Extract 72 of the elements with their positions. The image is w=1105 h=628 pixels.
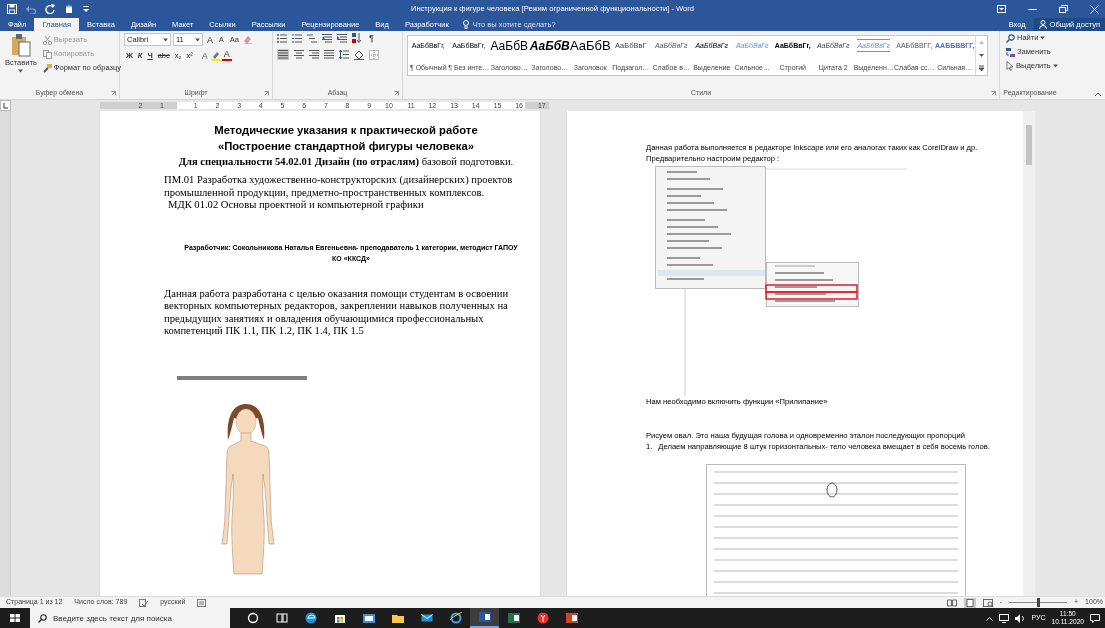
shading-icon[interactable] (354, 49, 364, 60)
globe-icon (449, 612, 462, 624)
read-mode-icon[interactable] (946, 598, 957, 607)
caret-icon[interactable] (1040, 36, 1046, 40)
numbering-icon[interactable] (292, 33, 302, 43)
heading-line: «Построение стандартной фигуры человека» (216, 139, 476, 154)
search-icon (38, 613, 47, 623)
ribbon-display-icon[interactable] (997, 5, 1006, 13)
dialog-launcher-icon[interactable] (394, 91, 399, 96)
justify-icon[interactable] (324, 50, 334, 59)
text-effects-button[interactable]: A (199, 50, 210, 61)
specialty-line: Для специальности 54.02.01 Дизайн (по отраслям) базовой подготовки. (177, 155, 515, 169)
caret-icon[interactable] (195, 37, 200, 42)
align-right-icon[interactable] (309, 50, 319, 59)
grow-font-button[interactable]: A (205, 34, 215, 45)
line-spacing-icon[interactable] (339, 50, 349, 59)
highlighter-icon[interactable] (210, 50, 221, 61)
zoom-slider-thumb[interactable] (1036, 598, 1040, 607)
font-color-button[interactable]: A (221, 50, 232, 61)
sort-icon[interactable] (352, 33, 362, 43)
scissors-icon (42, 35, 52, 45)
collapse-ribbon-icon[interactable] (1095, 92, 1101, 96)
align-center-icon[interactable] (294, 50, 304, 59)
envelope-icon (420, 612, 433, 624)
redo-icon[interactable] (45, 4, 55, 14)
customize-icon[interactable] (83, 6, 89, 12)
circle-icon (246, 612, 259, 624)
bullets-icon[interactable] (277, 33, 287, 43)
shopping-bag-icon (333, 612, 346, 624)
dialog-launcher-icon[interactable] (991, 91, 996, 96)
program-line: ПМ.01 Разработка художественно-конструкторских (дизайнерских) проектов промышленной продукции, предметно-пространственных комплексов. (164, 174, 514, 199)
spreadsheet-app-icon (507, 612, 520, 624)
brush-icon (42, 63, 52, 73)
close-icon[interactable] (1090, 4, 1099, 14)
notifications-icon[interactable] (1090, 613, 1100, 623)
replace-icon (1006, 47, 1015, 57)
web-layout-icon[interactable] (982, 598, 993, 607)
speaker-icon[interactable] (1015, 613, 1026, 623)
presentation-app-icon (565, 612, 578, 624)
heading-line: Методические указания к практической работе (213, 123, 479, 138)
decrease-indent-icon[interactable] (322, 33, 332, 43)
vertical-scrollbar[interactable] (1023, 111, 1035, 596)
search-icon (1006, 33, 1015, 43)
calendar-app-icon (362, 612, 375, 624)
save-icon[interactable] (7, 4, 17, 14)
restore-icon[interactable] (1059, 5, 1068, 13)
chevron-up-icon[interactable] (986, 615, 994, 621)
multilevel-list-icon[interactable] (307, 33, 317, 43)
network-icon[interactable] (999, 613, 1010, 623)
dialog-launcher-icon[interactable] (264, 91, 269, 96)
cursor-icon (1006, 61, 1014, 71)
lightbulb-icon (462, 20, 469, 29)
show-marks-button[interactable]: ¶ (367, 33, 376, 43)
print-layout-icon[interactable] (963, 597, 976, 608)
increase-indent-icon[interactable] (337, 33, 347, 43)
undo-icon[interactable] (26, 4, 36, 14)
caret-icon[interactable] (163, 37, 168, 42)
folder-icon (391, 612, 404, 624)
tab-selector-icon[interactable] (0, 100, 11, 111)
task-view-icon (275, 612, 288, 624)
intro-paragraph: Данная работа разработана с целью оказания помощи студентам в освоении векторных компьютерных редакторов, закреплении навыков полученных на предыдущих занятиях и овладения обучающимися профессиональных компетенций ПК 1.1, ПК 1.2, ПК 1.4, ПК 1.5 (164, 287, 510, 338)
document-app-icon (478, 611, 491, 623)
person-icon (1038, 20, 1047, 29)
caret-icon[interactable] (1052, 64, 1058, 68)
copy-icon (42, 49, 52, 59)
dialog-launcher-icon[interactable] (111, 91, 116, 96)
taskbar-app[interactable] (470, 608, 499, 628)
caret-icon[interactable] (18, 69, 24, 73)
align-left-icon[interactable] (277, 49, 289, 60)
program-line: МДК 01.02 Основы проектной и компьютерной графики (167, 199, 425, 212)
browser-icon (304, 612, 317, 624)
browser-icon (536, 612, 549, 624)
